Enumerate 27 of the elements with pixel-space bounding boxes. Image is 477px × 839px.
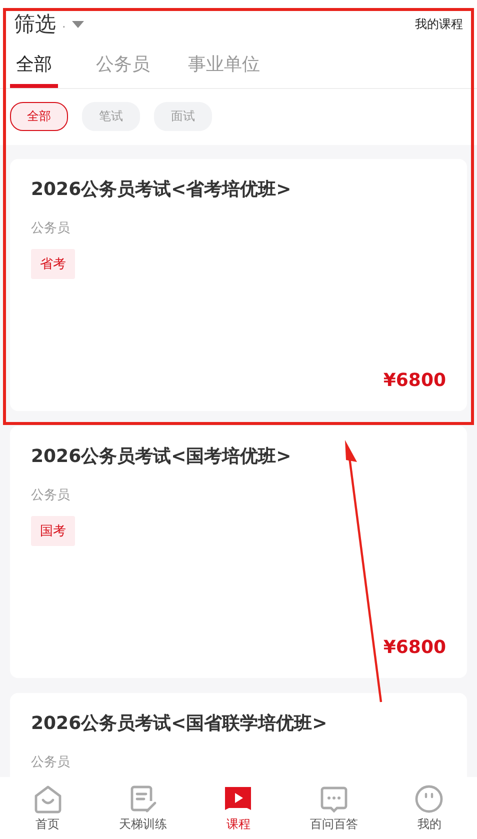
face-icon <box>414 784 444 814</box>
filter-chip[interactable]: 全部 <box>10 102 68 131</box>
nav-tab[interactable]: 天梯训练 <box>98 784 188 832</box>
nav-tab[interactable]: 首页 <box>2 784 93 832</box>
course-tag: 国考 <box>31 516 75 546</box>
course-card[interactable]: 2026公务员考试<国考培优班> 公务员 国考 ¥6800 <box>10 426 467 678</box>
course-category: 公务员 <box>31 487 70 504</box>
course-card[interactable]: 2026公务员考试<省考培优班> 公务员 省考 ¥6800 <box>10 159 467 411</box>
home-icon <box>32 784 63 814</box>
course-price: ¥6800 <box>383 370 446 391</box>
note-icon <box>128 784 158 814</box>
course-title: 2026公务员考试<国省联学培优班> <box>31 712 328 735</box>
dot-text: · <box>62 20 66 34</box>
course-title: 2026公务员考试<国考培优班> <box>31 445 292 468</box>
caret-icon[interactable] <box>72 20 84 28</box>
filter-title[interactable]: 筛选 <box>14 10 56 38</box>
nav-tab[interactable]: 课程 <box>193 784 284 832</box>
nav-tab[interactable]: 我的 <box>384 784 474 832</box>
course-price: ¥6800 <box>383 637 446 658</box>
nav-tab[interactable]: 百问百答 <box>288 784 379 832</box>
category-tab[interactable]: 全部 <box>10 40 58 88</box>
my-courses-link[interactable]: 我的课程 <box>415 16 463 32</box>
course-title: 2026公务员考试<省考培优班> <box>31 178 292 201</box>
course-tag: 省考 <box>31 249 75 279</box>
course-category: 公务员 <box>31 754 70 771</box>
course-category: 公务员 <box>31 220 70 237</box>
course-card[interactable]: 2026公务员考试<国省联学培优班> 公务员 <box>10 693 467 777</box>
